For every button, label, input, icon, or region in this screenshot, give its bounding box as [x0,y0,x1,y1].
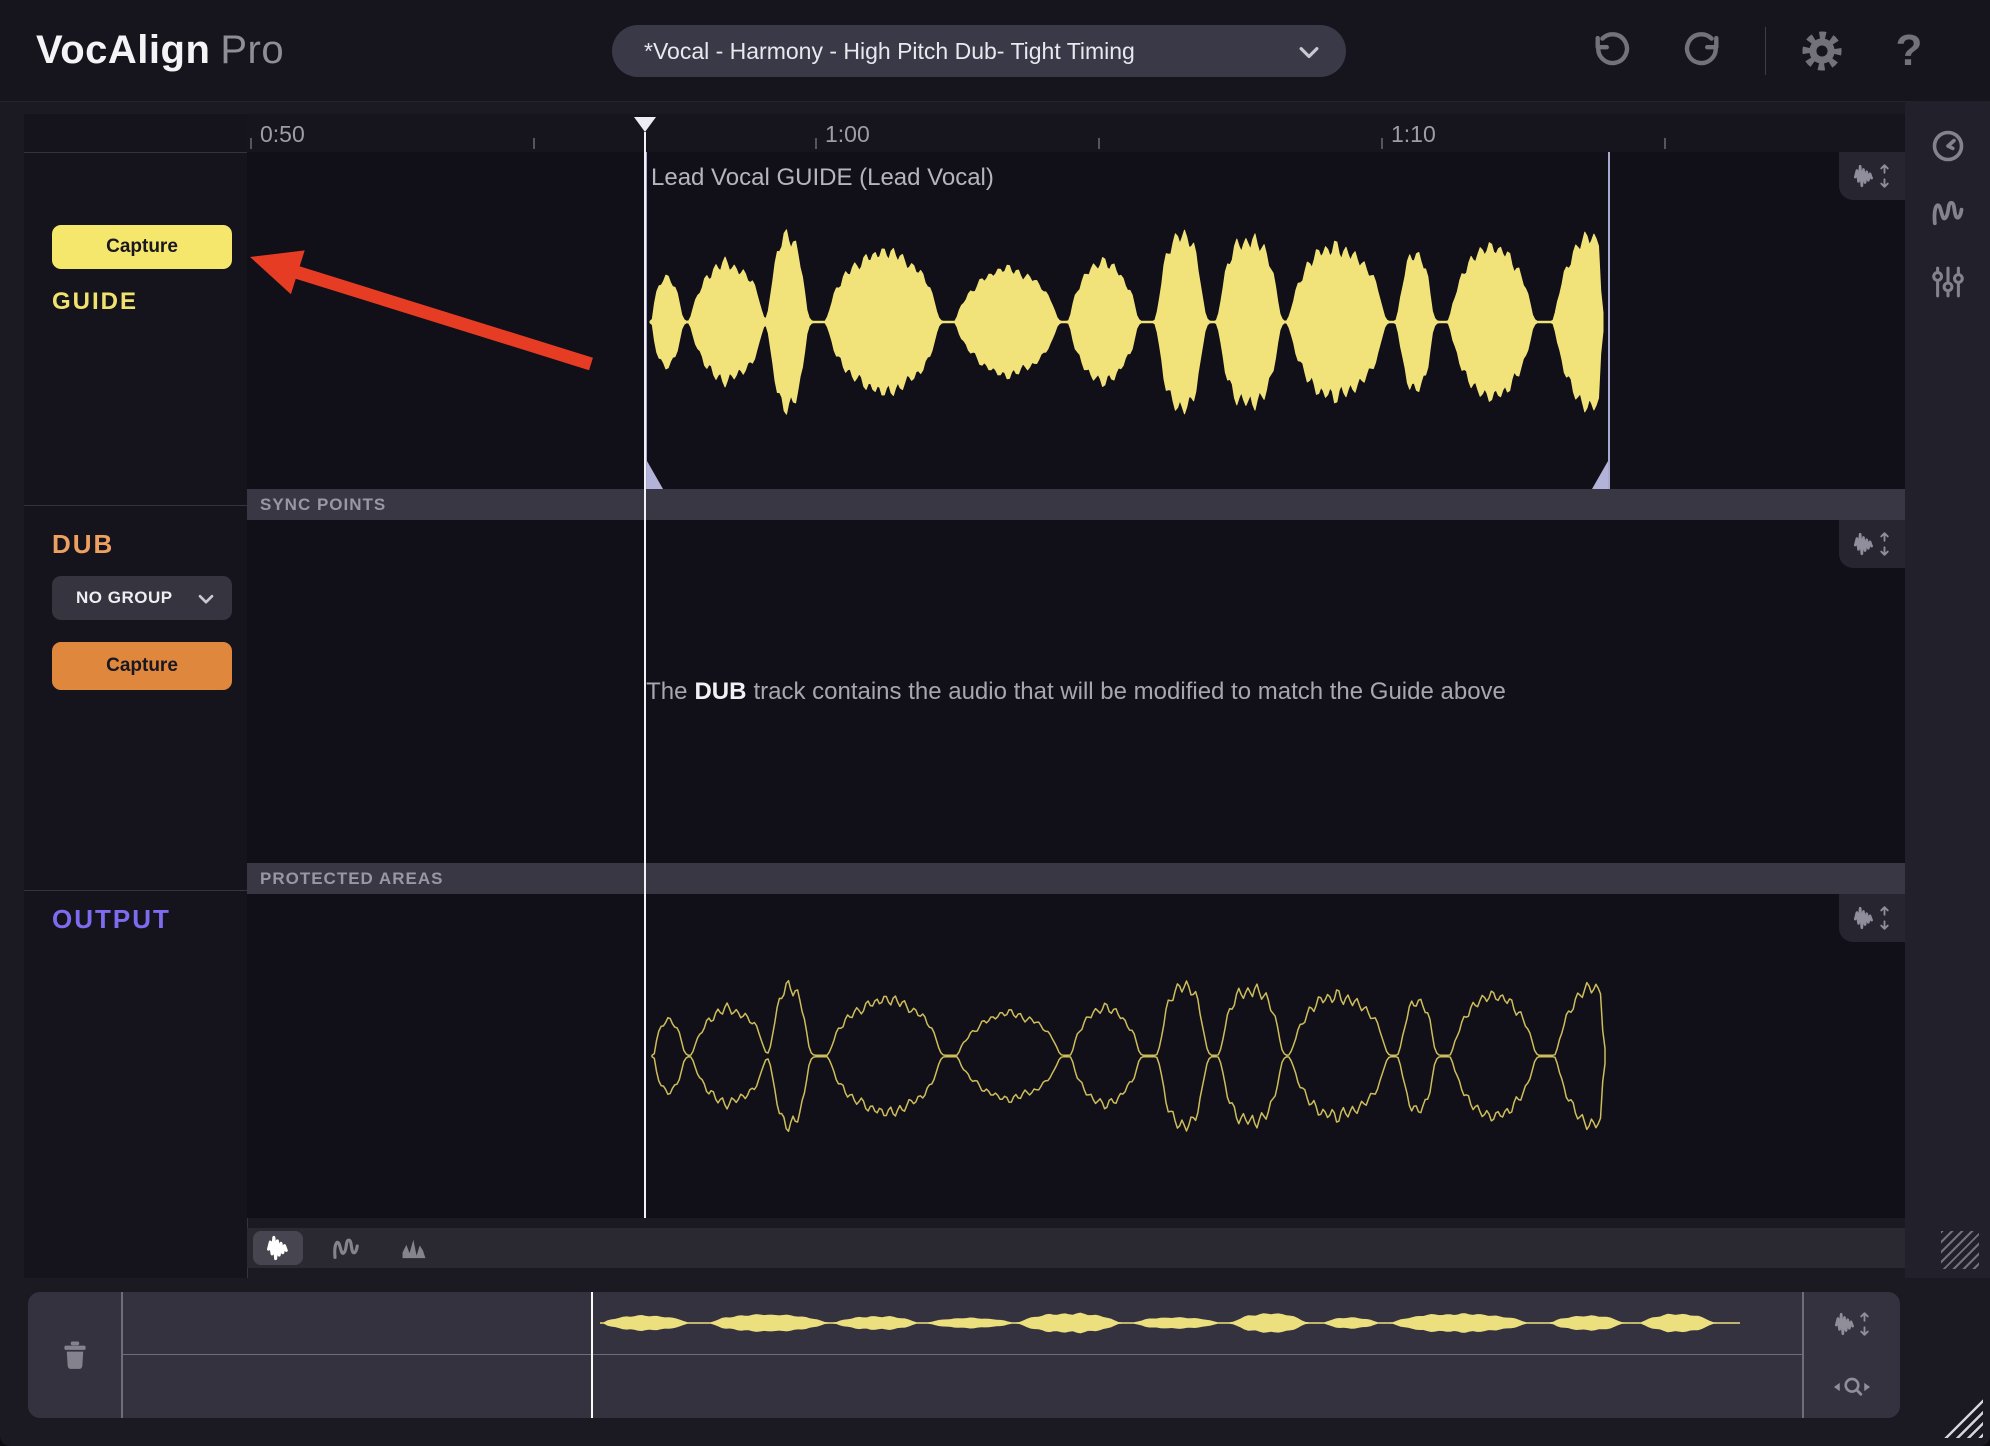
help-button[interactable]: ? [1884,26,1934,76]
right-toolbar [1905,101,1990,1278]
vzoom-arrows-icon [1859,1311,1870,1337]
output-track[interactable] [247,894,1905,1218]
waveform-icon [1854,164,1874,188]
guide-capture-button[interactable]: Capture [52,225,232,269]
time-tool-button[interactable] [1929,127,1967,165]
clip-right-edge[interactable] [1608,152,1610,489]
undo-icon [1590,30,1632,72]
pitch-icon [331,1233,361,1263]
dub-message-bold: DUB [694,678,746,706]
mixer-tool-button[interactable] [1929,263,1967,301]
sliders-icon [1930,264,1966,300]
waveform-icon [1854,532,1874,556]
guide-waveform [247,152,1905,489]
dub-help-message: The DUB track contains the audio that wi… [247,520,1905,863]
guide-section-label: GUIDE [52,288,138,316]
output-vzoom-tab[interactable] [1839,894,1905,942]
playhead-handle[interactable] [634,117,656,132]
redo-icon [1682,30,1724,72]
ruler-tick [1381,138,1383,149]
window-resize-grip[interactable] [1941,1396,1983,1438]
dub-track[interactable]: The DUB track contains the audio that wi… [247,520,1905,863]
settings-button[interactable] [1797,26,1847,76]
waveform-icon [1854,906,1874,930]
overview-waveform [28,1292,1900,1418]
guide-track[interactable]: Lead Vocal GUIDE (Lead Vocal) [247,152,1905,489]
horizontal-zoom-icon [1831,1375,1873,1399]
ruler-tick [1664,138,1666,149]
vocalign-window: VocAlign Pro *Vocal - Harmony - High Pit… [0,0,1990,1446]
preset-selector[interactable]: *Vocal - Harmony - High Pitch Dub- Tight… [612,25,1346,77]
sync-points-strip: SYNC POINTS [247,489,1905,520]
clip-right-handle[interactable] [1592,461,1608,489]
ruler-time-label: 1:10 [1391,121,1436,148]
overview-playhead[interactable] [591,1292,593,1418]
ruler-tick [533,138,535,149]
guide-vzoom-tab[interactable] [1839,152,1905,200]
energy-view-button[interactable] [389,1231,439,1265]
playhead-line[interactable] [644,132,646,1218]
panel-resize-grip[interactable] [1941,1231,1979,1269]
dub-capture-button[interactable]: Capture [52,642,232,690]
dub-group-value: NO GROUP [76,588,173,608]
sidebar-divider [24,152,247,153]
topbar: VocAlign Pro *Vocal - Harmony - High Pit… [0,0,1990,102]
dub-message-prefix: The [646,678,687,706]
ruler-time-label: 0:50 [260,121,305,148]
output-waveform [247,894,1905,1218]
help-icon: ? [1896,26,1923,76]
clip-left-handle[interactable] [647,461,663,489]
vzoom-arrows-icon [1879,905,1890,931]
brand-suffix: Pro [220,28,284,73]
app-logo: VocAlign Pro [36,0,284,101]
protected-areas-label: PROTECTED AREAS [260,869,443,889]
timeline: 0:50 1:00 1:10 Lead Vocal GUIDE (Lead Voca… [247,114,1905,1278]
vzoom-arrows-icon [1879,163,1890,189]
overview-vzoom-button[interactable] [1835,1311,1870,1337]
waveform-icon [1835,1312,1855,1336]
protected-areas-strip: PROTECTED AREAS [247,863,1905,894]
sidebar-divider [24,890,247,891]
gear-icon [1799,28,1845,74]
chevron-down-icon [198,594,214,605]
dub-message-suffix: track contains the audio that will be mo… [753,678,1505,706]
ruler-tick [1098,138,1100,149]
view-mode-toolbar [247,1228,1905,1268]
overview-hzoom-button[interactable] [1831,1375,1873,1399]
output-section-label: OUTPUT [52,904,171,935]
ruler-time-label: 1:00 [825,121,870,148]
topbar-divider [1765,27,1766,75]
ruler-tick [250,138,252,149]
dub-group-select[interactable]: NO GROUP [52,576,232,620]
pitch-trace-icon [1930,194,1966,230]
brand-name: VocAlign [36,28,210,73]
sidebar-divider [24,505,247,506]
overview-panel [28,1292,1900,1418]
vzoom-arrows-icon [1879,531,1890,557]
sidebar: GUIDE Capture DUB NO GROUP Capture OUTPU… [24,114,248,1278]
clock-icon [1930,128,1966,164]
ruler-tick [815,138,817,149]
waveform-icon [265,1235,291,1261]
dub-vzoom-tab[interactable] [1839,520,1905,568]
preset-label: *Vocal - Harmony - High Pitch Dub- Tight… [644,38,1135,65]
pitch-view-button[interactable] [321,1231,371,1265]
ruler[interactable]: 0:50 1:00 1:10 [247,114,1905,153]
energy-icon [400,1234,428,1262]
pitch-tool-button[interactable] [1929,193,1967,231]
waveform-view-button[interactable] [253,1231,303,1265]
dub-section-label: DUB [52,529,114,560]
overview-center-divider [123,1354,1802,1355]
chevron-down-icon [1298,46,1320,60]
undo-button[interactable] [1586,26,1636,76]
sync-points-label: SYNC POINTS [260,495,386,515]
redo-button[interactable] [1678,26,1728,76]
guide-clip-label: Lead Vocal GUIDE (Lead Vocal) [651,164,994,192]
overview-zoom-controls [1804,1292,1900,1418]
